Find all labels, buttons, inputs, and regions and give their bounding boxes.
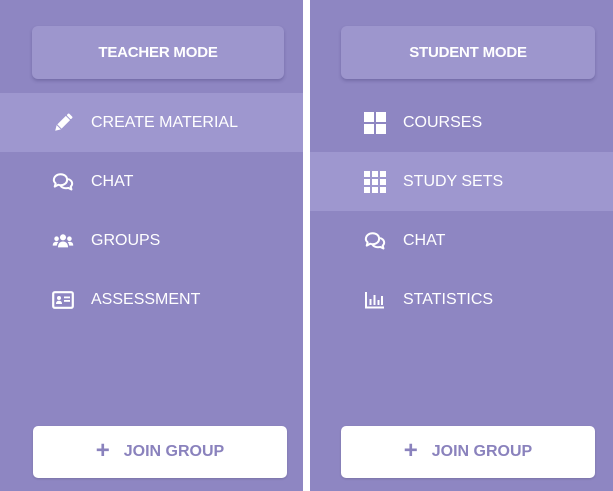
sidebar-item-label: GROUPS [91, 231, 161, 249]
bar-chart-icon [364, 289, 386, 311]
sidebar-item-label: CHAT [91, 172, 134, 190]
teacher-mode-label: TEACHER MODE [98, 44, 218, 61]
chat-bubbles-icon [364, 230, 386, 252]
pencil-icon [52, 112, 74, 134]
sidebar-item-study-sets[interactable]: STUDY SETS [310, 152, 613, 211]
sidebar-item-courses[interactable]: COURSES [310, 93, 613, 152]
sidebar-item-statistics[interactable]: STATISTICS [310, 270, 613, 329]
grid-2x2-icon [364, 111, 386, 134]
plus-icon: + [95, 437, 110, 464]
sidebar-item-label: CHAT [403, 231, 446, 249]
sidebar-item-create-material[interactable]: CREATE MATERIAL [0, 93, 303, 152]
teacher-sidebar: TEACHER MODE CREATE MATERIAL CHAT GROUPS… [0, 0, 303, 491]
id-card-icon [52, 289, 74, 311]
student-menu: COURSES STUDY SETS CHAT STATISTICS [310, 93, 613, 329]
sidebar-item-chat[interactable]: CHAT [0, 152, 303, 211]
student-mode-label: STUDENT MODE [409, 44, 527, 61]
teacher-menu: CREATE MATERIAL CHAT GROUPS ASSESSMENT [0, 93, 303, 329]
join-group-label: JOIN GROUP [431, 443, 533, 460]
sidebar-item-label: ASSESSMENT [91, 290, 201, 308]
sidebar-item-label: COURSES [403, 113, 483, 131]
join-group-button[interactable]: + JOIN GROUP [33, 426, 287, 478]
sidebar-item-assessment[interactable]: ASSESSMENT [0, 270, 303, 329]
sidebar-item-label: CREATE MATERIAL [91, 113, 238, 131]
sidebar-item-label: STATISTICS [403, 290, 494, 308]
group-icon [52, 230, 74, 252]
join-group-label: JOIN GROUP [123, 443, 225, 460]
sidebar-item-chat[interactable]: CHAT [310, 211, 613, 270]
sidebar-item-groups[interactable]: GROUPS [0, 211, 303, 270]
plus-icon: + [403, 437, 418, 464]
student-sidebar: STUDENT MODE COURSES STUDY SETS CHAT STA… [310, 0, 613, 491]
grid-3x3-icon [364, 170, 386, 193]
teacher-mode-button[interactable]: TEACHER MODE [32, 26, 284, 79]
chat-bubbles-icon [52, 171, 74, 193]
student-mode-button[interactable]: STUDENT MODE [341, 26, 595, 79]
sidebar-item-label: STUDY SETS [403, 172, 504, 190]
join-group-button[interactable]: + JOIN GROUP [341, 426, 595, 478]
